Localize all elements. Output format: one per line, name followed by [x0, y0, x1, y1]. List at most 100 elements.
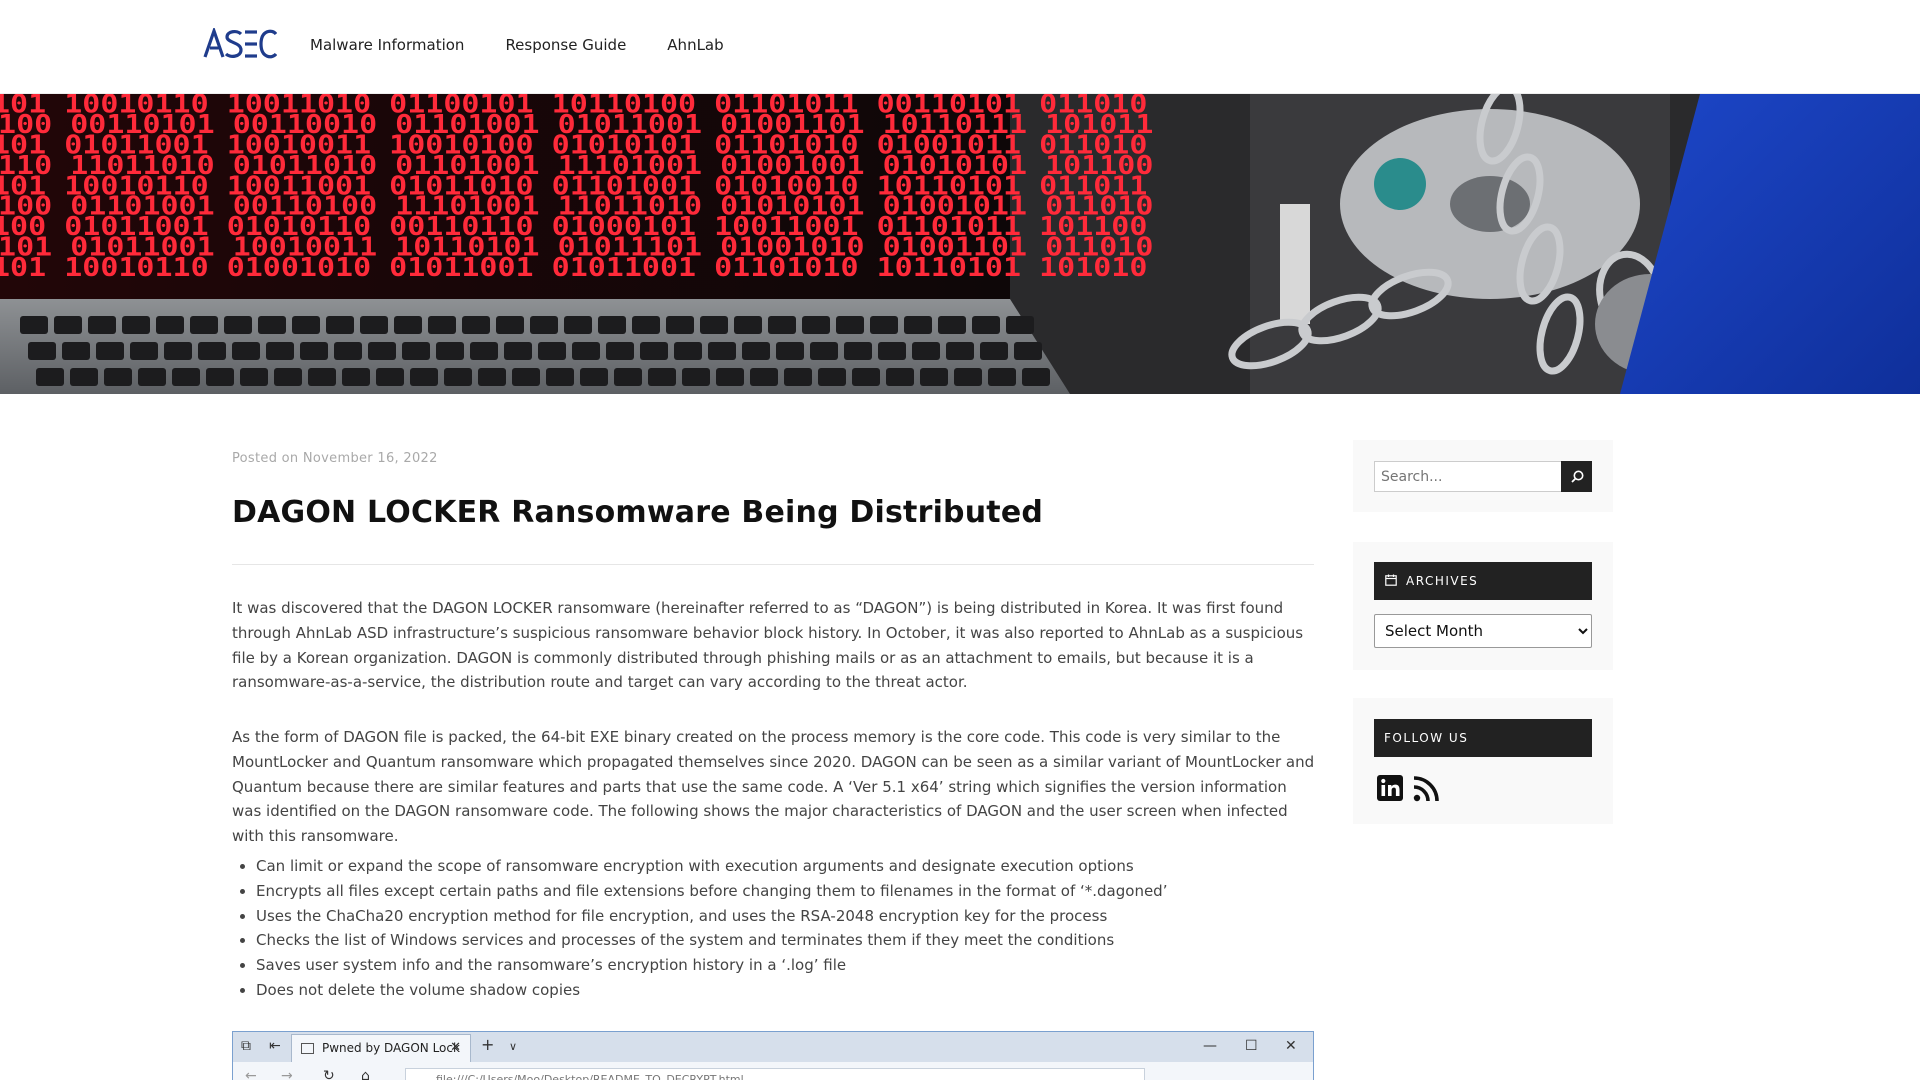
key	[580, 368, 608, 386]
nav-response-guide[interactable]: Response Guide	[505, 36, 626, 54]
key	[878, 342, 906, 360]
key	[768, 316, 796, 334]
archives-heading: ARCHIVES	[1374, 562, 1592, 600]
hero-image: 101 10010110 10011010 01100101 10110100 …	[0, 94, 1920, 394]
list-item: Checks the list of Windows services and …	[256, 928, 1316, 953]
key	[130, 342, 158, 360]
key	[1006, 316, 1034, 334]
forward-icon: →	[281, 1068, 293, 1080]
key	[972, 316, 1000, 334]
post-date: Posted on November 16, 2022	[232, 451, 438, 466]
key	[802, 316, 830, 334]
key	[546, 368, 574, 386]
browser-tab-bar: ⧉ ⇤ Pwned by DAGON Lock ✕ + ∨ — ☐ ✕	[233, 1032, 1313, 1062]
list-item: Encrypts all files except certain paths …	[256, 879, 1316, 904]
key	[156, 316, 184, 334]
key	[734, 316, 762, 334]
archives-select[interactable]: Select Month	[1374, 614, 1592, 648]
key	[28, 342, 56, 360]
list-item: Can limit or expand the scope of ransomw…	[256, 854, 1316, 879]
calendar-icon	[1385, 574, 1397, 586]
key	[716, 368, 744, 386]
minimize-icon: —	[1203, 1038, 1217, 1054]
key	[810, 342, 838, 360]
key	[478, 368, 506, 386]
search-widget	[1353, 440, 1613, 512]
key	[206, 368, 234, 386]
key	[444, 368, 472, 386]
search-icon	[1571, 470, 1584, 483]
key	[946, 342, 974, 360]
archives-widget: ARCHIVES Select Month	[1353, 542, 1613, 670]
follow-widget: FOLLOW US	[1353, 698, 1613, 824]
nav-malware-information[interactable]: Malware Information	[310, 36, 464, 54]
key	[784, 368, 812, 386]
key	[240, 368, 268, 386]
characteristics-list: Can limit or expand the scope of ransomw…	[256, 854, 1316, 1003]
key	[292, 316, 320, 334]
maximize-icon: ☐	[1245, 1038, 1258, 1054]
key	[368, 342, 396, 360]
key	[258, 316, 286, 334]
key	[376, 368, 404, 386]
key	[20, 316, 48, 334]
key	[70, 368, 98, 386]
key	[1014, 342, 1042, 360]
key	[36, 368, 64, 386]
binary-code: 101 10010110 10011010 01100101 10110100 …	[0, 94, 1153, 282]
home-icon: ⌂	[361, 1068, 370, 1080]
key	[598, 316, 626, 334]
list-item: Uses the ChaCha20 encryption method for …	[256, 904, 1316, 929]
key	[776, 342, 804, 360]
follow-heading: FOLLOW US	[1374, 719, 1592, 757]
key	[470, 342, 498, 360]
close-window-icon: ✕	[1285, 1038, 1297, 1054]
key	[402, 342, 430, 360]
key	[232, 342, 260, 360]
chevron-down-icon: ∨	[509, 1040, 518, 1053]
search-button[interactable]	[1561, 461, 1592, 492]
key	[394, 316, 422, 334]
key	[530, 316, 558, 334]
nav-ahnlab[interactable]: AhnLab	[667, 36, 723, 54]
search-input[interactable]	[1374, 461, 1562, 492]
key	[62, 342, 90, 360]
page-icon	[301, 1043, 314, 1054]
key	[172, 368, 200, 386]
key	[334, 342, 362, 360]
key	[912, 342, 940, 360]
key	[410, 368, 438, 386]
linkedin-link[interactable]	[1376, 774, 1406, 804]
linkedin-icon	[1377, 775, 1403, 801]
key	[708, 342, 736, 360]
browser-tab: Pwned by DAGON Lock ✕	[291, 1034, 471, 1062]
key	[904, 316, 932, 334]
key	[104, 368, 132, 386]
key	[920, 368, 948, 386]
hero-banner: 101 10010110 10011010 01100101 10110100 …	[0, 94, 1920, 394]
key	[750, 368, 778, 386]
key	[274, 368, 302, 386]
key	[870, 316, 898, 334]
key	[462, 316, 490, 334]
key	[700, 316, 728, 334]
key	[96, 342, 124, 360]
key	[360, 316, 388, 334]
rss-link[interactable]	[1411, 774, 1441, 804]
key	[512, 368, 540, 386]
key	[852, 368, 880, 386]
close-icon: ✕	[450, 1040, 461, 1055]
rss-icon	[1413, 776, 1439, 802]
key	[640, 342, 668, 360]
key	[138, 368, 166, 386]
title-divider	[232, 564, 1314, 565]
tabs-icon: ⧉	[241, 1038, 251, 1054]
post-paragraph: As the form of DAGON file is packed, the…	[232, 728, 1315, 846]
binary-row: 101 10010110 01001010 01011001 01011001 …	[0, 252, 1147, 282]
key	[844, 342, 872, 360]
infection-screenshot: ⧉ ⇤ Pwned by DAGON Lock ✕ + ∨ — ☐ ✕ ← → …	[232, 1031, 1314, 1080]
archives-title: ARCHIVES	[1406, 574, 1479, 588]
post-title: DAGON LOCKER Ransomware Being Distribute…	[232, 495, 1044, 530]
key	[632, 316, 660, 334]
key	[836, 316, 864, 334]
